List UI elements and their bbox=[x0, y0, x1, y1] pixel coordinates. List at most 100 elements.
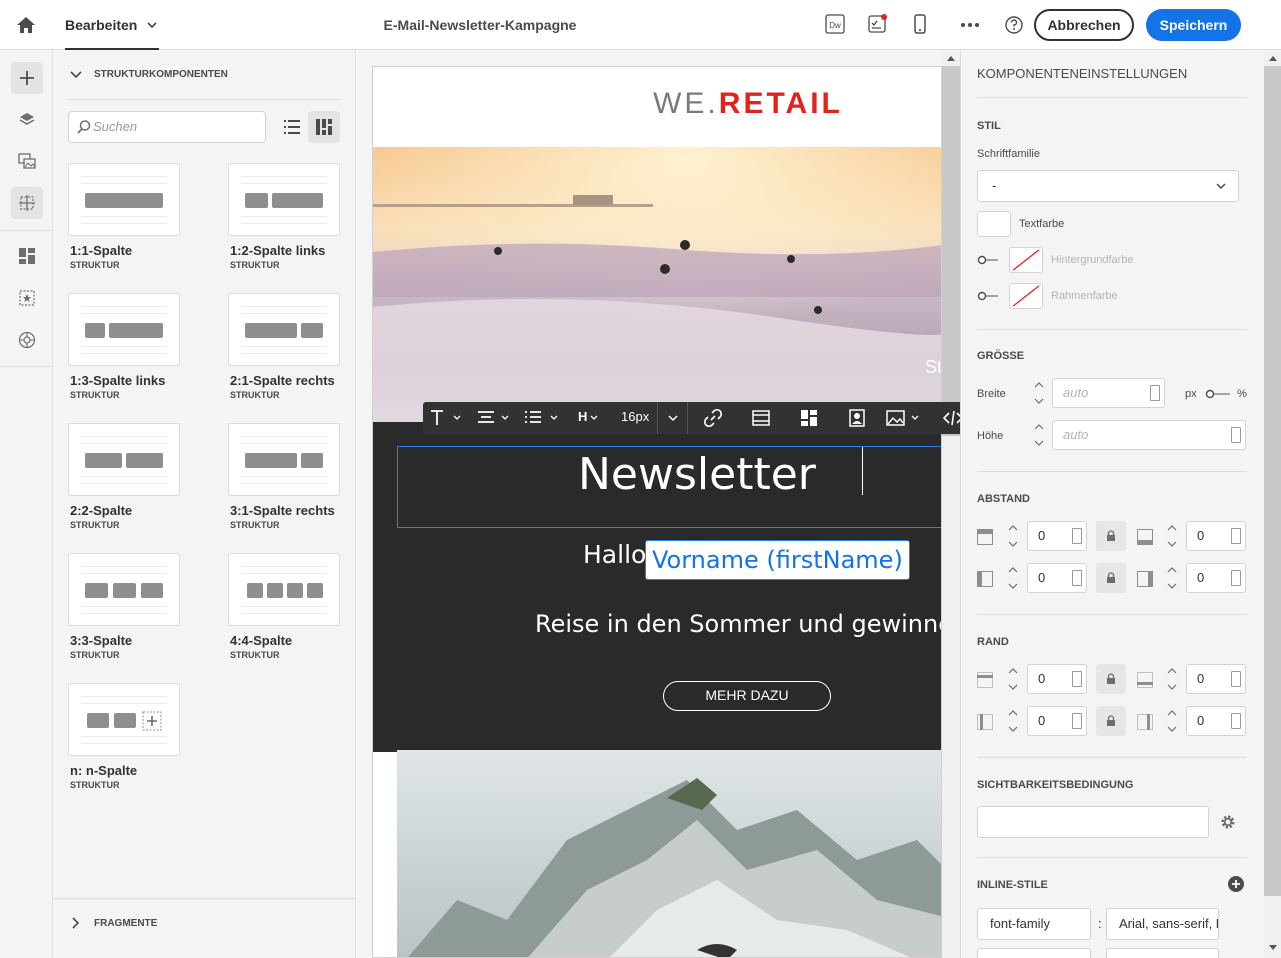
border-bottom-stepper[interactable] bbox=[1160, 664, 1184, 694]
font-family-select[interactable]: - bbox=[977, 170, 1239, 202]
mobile-preview-icon[interactable] bbox=[910, 14, 930, 36]
component-1-3-column-left[interactable]: 1:3-Spalte links STRUKTUR bbox=[68, 293, 180, 403]
padding-left-stepper[interactable] bbox=[1001, 563, 1025, 593]
image-icon[interactable] bbox=[886, 409, 922, 427]
spin-arrows-icon[interactable] bbox=[1231, 570, 1241, 586]
brand-logo[interactable]: WE.RETAIL bbox=[373, 87, 941, 121]
spin-arrows-icon[interactable] bbox=[1231, 713, 1241, 729]
body-text[interactable]: Reise in den Sommer und gewinne bbox=[535, 610, 941, 638]
border-bottom-input[interactable]: 0 bbox=[1186, 664, 1246, 694]
bg-color-swatch[interactable] bbox=[1009, 247, 1043, 273]
padding-top-input[interactable]: 0 bbox=[1027, 521, 1087, 551]
settings-scrollbar[interactable] bbox=[1264, 50, 1281, 958]
checklist-icon[interactable] bbox=[867, 14, 887, 36]
headline-text[interactable]: Newsletter bbox=[578, 449, 816, 500]
border-right-stepper[interactable] bbox=[1160, 706, 1184, 736]
hero-image[interactable]: St bbox=[373, 147, 941, 422]
spin-arrows-icon[interactable] bbox=[1231, 671, 1241, 687]
padding-top-stepper[interactable] bbox=[1001, 521, 1025, 551]
text-style-icon[interactable] bbox=[429, 409, 461, 427]
padding-right-stepper[interactable] bbox=[1160, 563, 1184, 593]
width-stepper[interactable] bbox=[1027, 378, 1051, 408]
help-icon[interactable] bbox=[1004, 14, 1024, 36]
canvas-scroll-thumb[interactable] bbox=[942, 66, 960, 436]
component-1-1-column[interactable]: 1:1-Spalte STRUKTUR bbox=[68, 163, 180, 273]
add-icon[interactable] bbox=[11, 62, 43, 94]
settings-scroll-thumb[interactable] bbox=[1264, 66, 1281, 896]
border-top-stepper[interactable] bbox=[1001, 664, 1025, 694]
component-n-n-column[interactable]: n: n-Spalte STRUKTUR bbox=[68, 683, 180, 793]
spin-arrows-icon[interactable] bbox=[1072, 528, 1082, 544]
inline-style-value[interactable]: Arial, sans-serif, La bbox=[1106, 908, 1219, 940]
padding-bottom-input[interactable]: 0 bbox=[1186, 521, 1246, 551]
container-icon[interactable] bbox=[752, 409, 770, 427]
spin-arrows-icon[interactable] bbox=[1072, 570, 1082, 586]
border-lock[interactable] bbox=[1096, 664, 1126, 694]
text-color-swatch[interactable] bbox=[977, 211, 1011, 237]
mode-menu[interactable]: Bearbeiten bbox=[65, 0, 159, 50]
font-size-dropdown-icon[interactable] bbox=[667, 409, 681, 427]
height-stepper[interactable] bbox=[1027, 420, 1051, 450]
component-3-3-column[interactable]: 3:3-Spalte STRUKTUR bbox=[68, 553, 180, 663]
cancel-button[interactable]: Abbrechen bbox=[1034, 9, 1134, 41]
border-side-lock[interactable] bbox=[1096, 706, 1126, 736]
border-color-swatch[interactable] bbox=[1009, 283, 1043, 309]
assets-icon[interactable] bbox=[11, 145, 43, 177]
heading-selector[interactable]: H bbox=[578, 409, 587, 424]
padding-left-input[interactable]: 0 bbox=[1027, 563, 1087, 593]
personalization-icon[interactable] bbox=[11, 324, 43, 356]
more-icon[interactable] bbox=[960, 14, 980, 36]
gear-icon[interactable] bbox=[1219, 813, 1237, 831]
component-3-1-column-right[interactable]: 3:1-Spalte rechts STRUKTUR bbox=[228, 423, 340, 533]
content-components-icon[interactable] bbox=[11, 282, 43, 314]
home-icon[interactable] bbox=[15, 14, 37, 36]
spin-arrows-icon[interactable] bbox=[1072, 713, 1082, 729]
padding-lock[interactable] bbox=[1096, 521, 1126, 551]
list-view-icon[interactable] bbox=[276, 111, 308, 143]
inline-style-property[interactable]: font-family bbox=[977, 908, 1091, 940]
fragment-icon[interactable] bbox=[800, 409, 818, 427]
layers-icon[interactable] bbox=[11, 103, 43, 135]
grid-view-icon[interactable] bbox=[308, 111, 340, 143]
visibility-condition-input[interactable] bbox=[977, 806, 1209, 838]
headline-text-component[interactable]: Newsletter bbox=[397, 446, 941, 528]
component-2-1-column-right[interactable]: 2:1-Spalte rechts STRUKTUR bbox=[228, 293, 340, 403]
more-button[interactable]: MEHR DAZU bbox=[663, 681, 831, 711]
border-top-input[interactable]: 0 bbox=[1027, 664, 1087, 694]
structure-components-header[interactable]: STRUKTURKOMPONENTEN bbox=[68, 62, 340, 100]
canvas-scrollbar[interactable] bbox=[942, 50, 960, 958]
component-2-2-column[interactable]: 2:2-Spalte STRUKTUR bbox=[68, 423, 180, 533]
personalization-field[interactable]: Vorname (firstName) bbox=[645, 540, 910, 580]
spin-arrows-icon[interactable] bbox=[1231, 528, 1241, 544]
save-button[interactable]: Speichern bbox=[1146, 9, 1241, 41]
fragments-icon[interactable] bbox=[11, 240, 43, 272]
padding-side-lock[interactable] bbox=[1096, 563, 1126, 593]
search-input[interactable]: Suchen bbox=[68, 111, 266, 143]
height-input[interactable]: auto bbox=[1052, 420, 1246, 450]
padding-right-input[interactable]: 0 bbox=[1186, 563, 1246, 593]
width-input[interactable]: auto bbox=[1052, 378, 1165, 408]
border-color-toggle[interactable] bbox=[977, 291, 999, 301]
bg-color-toggle[interactable] bbox=[977, 255, 999, 265]
border-right-input[interactable]: 0 bbox=[1186, 706, 1246, 736]
dreamweaver-icon[interactable]: Dw bbox=[825, 14, 845, 36]
add-style-icon[interactable] bbox=[1227, 875, 1245, 893]
component-4-4-column[interactable]: 4:4-Spalte STRUKTUR bbox=[228, 553, 340, 663]
fragments-section[interactable]: FRAGMENTE bbox=[53, 898, 355, 948]
list-icon[interactable] bbox=[524, 409, 560, 427]
spin-arrows-icon[interactable] bbox=[1072, 671, 1082, 687]
align-icon[interactable] bbox=[477, 409, 509, 427]
spin-arrows-icon[interactable] bbox=[1150, 385, 1160, 401]
personalize-icon[interactable] bbox=[848, 409, 866, 427]
structure-icon[interactable] bbox=[11, 187, 43, 219]
font-size-value[interactable]: 16px bbox=[621, 409, 649, 424]
unit-toggle[interactable] bbox=[1205, 389, 1231, 399]
border-left-stepper[interactable] bbox=[1001, 706, 1025, 736]
component-1-2-column-left[interactable]: 1:2-Spalte links STRUKTUR bbox=[228, 163, 340, 273]
greeting-text[interactable]: Hallo bbox=[583, 540, 646, 569]
padding-bottom-stepper[interactable] bbox=[1160, 521, 1184, 551]
mountain-image[interactable] bbox=[397, 750, 941, 957]
border-left-input[interactable]: 0 bbox=[1027, 706, 1087, 736]
spin-arrows-icon[interactable] bbox=[1231, 427, 1241, 443]
link-icon[interactable] bbox=[704, 409, 722, 427]
